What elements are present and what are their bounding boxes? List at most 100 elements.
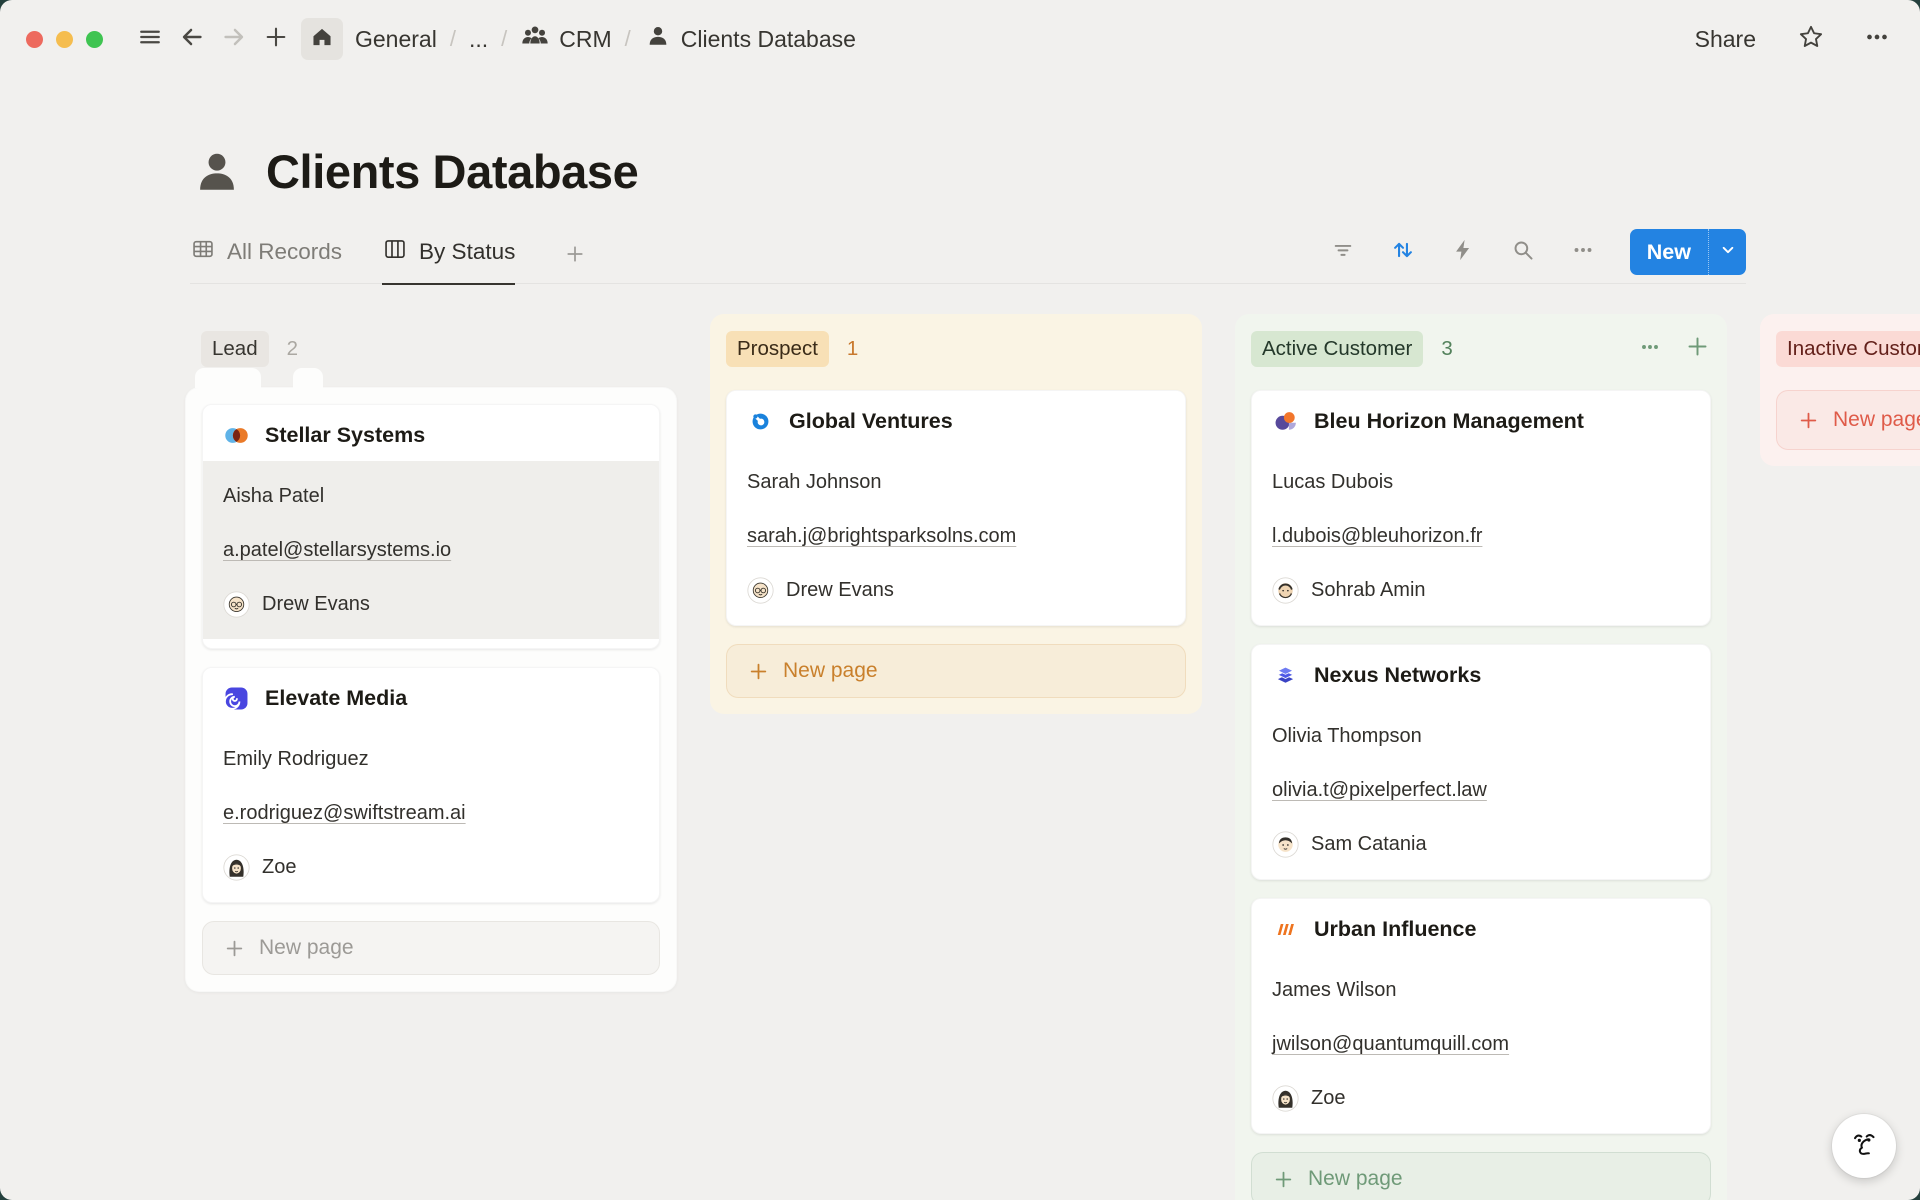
new-page-button[interactable]: New page bbox=[726, 644, 1186, 698]
page-header: Clients Database bbox=[190, 144, 1920, 199]
sidebar-toggle-button[interactable] bbox=[129, 18, 171, 60]
new-record-dropdown[interactable] bbox=[1708, 229, 1746, 275]
record-card[interactable]: Bleu Horizon Management Lucas Dubois l.d… bbox=[1251, 390, 1711, 626]
new-page-button[interactable]: New page bbox=[1251, 1152, 1711, 1200]
card-company-name: Bleu Horizon Management bbox=[1314, 409, 1584, 434]
card-owner: Drew Evans bbox=[223, 591, 639, 618]
card-properties: Sarah Johnson sarah.j@brightsparksolns.c… bbox=[727, 447, 1185, 625]
view-tabs: All Records By Status bbox=[190, 236, 587, 284]
card-email: jwilson@quantumquill.com bbox=[1272, 1031, 1690, 1058]
email-link[interactable]: l.dubois@bleuhorizon.fr bbox=[1272, 525, 1482, 547]
board-column-lead: Lead 2 Stellar Systems Aisha Patel a.pate… bbox=[185, 314, 677, 992]
search-button[interactable] bbox=[1508, 237, 1538, 267]
card-company-name: Global Ventures bbox=[789, 409, 953, 434]
new-page-label: New page bbox=[1833, 408, 1920, 432]
card-properties: Emily Rodriguez e.rodriguez@swiftstream.… bbox=[203, 724, 659, 902]
breadcrumb-general[interactable]: General bbox=[349, 22, 443, 57]
zoe-avatar bbox=[1272, 1085, 1299, 1112]
close-window-button[interactable] bbox=[26, 31, 43, 48]
home-button[interactable] bbox=[301, 18, 343, 60]
column-header: Lead 2 bbox=[201, 330, 661, 368]
card-contact-name: Aisha Patel bbox=[223, 483, 639, 510]
add-view-button[interactable] bbox=[563, 242, 587, 283]
star-icon bbox=[1796, 22, 1826, 57]
breadcrumb-collapsed[interactable]: ... bbox=[463, 22, 494, 57]
email-link[interactable]: olivia.t@pixelperfect.law bbox=[1272, 779, 1487, 801]
hamburger-icon bbox=[136, 23, 164, 56]
person-icon bbox=[644, 22, 672, 56]
sam-catania-avatar bbox=[1272, 831, 1299, 858]
person-icon[interactable] bbox=[190, 145, 244, 199]
share-button[interactable]: Share bbox=[1689, 22, 1762, 57]
card-owner: Zoe bbox=[1272, 1085, 1690, 1112]
breadcrumb-clients-database[interactable]: Clients Database bbox=[638, 18, 862, 60]
plus-icon bbox=[223, 937, 246, 960]
card-owner-name: Sam Catania bbox=[1311, 831, 1427, 858]
card-owner-name: Zoe bbox=[262, 854, 296, 881]
column-cards: Bleu Horizon Management Lucas Dubois l.d… bbox=[1251, 390, 1711, 1200]
view-options-button[interactable] bbox=[1568, 237, 1598, 267]
record-card[interactable]: Elevate Media Emily Rodriguez e.rodrigue… bbox=[202, 667, 660, 903]
zoom-window-button[interactable] bbox=[86, 31, 103, 48]
record-card[interactable]: Stellar Systems Aisha Patel a.patel@stel… bbox=[202, 404, 660, 649]
card-header: Stellar Systems bbox=[203, 405, 659, 461]
tab-all-records[interactable]: All Records bbox=[190, 236, 342, 283]
plus-icon bbox=[1272, 1168, 1295, 1191]
email-link[interactable]: sarah.j@brightsparksolns.com bbox=[747, 525, 1016, 547]
search-icon bbox=[1510, 237, 1536, 268]
board-column-inactive-customer: Inactive Customer New page bbox=[1760, 314, 1920, 466]
new-page-button[interactable]: New page bbox=[1776, 390, 1920, 450]
sort-button[interactable] bbox=[1388, 237, 1418, 267]
email-link[interactable]: a.patel@stellarsystems.io bbox=[223, 539, 451, 561]
new-tab-button[interactable] bbox=[255, 18, 297, 60]
sohrab-amin-avatar bbox=[1272, 577, 1299, 604]
plus-icon bbox=[563, 242, 587, 271]
record-card[interactable]: Urban Influence James Wilson jwilson@qua… bbox=[1251, 898, 1711, 1134]
column-options-button[interactable] bbox=[1638, 335, 1662, 364]
card-owner: Zoe bbox=[223, 854, 639, 881]
card-company-name: Stellar Systems bbox=[265, 423, 425, 448]
plus-icon bbox=[1797, 409, 1820, 432]
favorite-button[interactable] bbox=[1794, 18, 1828, 60]
card-company-name: Elevate Media bbox=[265, 686, 407, 711]
column-card-count: 2 bbox=[287, 337, 298, 361]
ai-assistant-button[interactable] bbox=[1832, 1114, 1896, 1178]
page-options-button[interactable] bbox=[1860, 18, 1894, 60]
breadcrumb: General / ... / CRM bbox=[349, 17, 862, 61]
column-status-pill[interactable]: Active Customer bbox=[1251, 331, 1423, 367]
card-contact-name: James Wilson bbox=[1272, 977, 1690, 1004]
view-toolbar: New bbox=[1328, 229, 1746, 283]
window-controls bbox=[26, 31, 103, 48]
column-status-pill[interactable]: Prospect bbox=[726, 331, 829, 367]
new-record-button[interactable]: New bbox=[1630, 229, 1746, 275]
record-card[interactable]: Global Ventures Sarah Johnson sarah.j@br… bbox=[726, 390, 1186, 626]
new-page-label: New page bbox=[1308, 1167, 1403, 1191]
column-tab-decoration bbox=[195, 368, 261, 388]
column-header-actions bbox=[1638, 333, 1711, 365]
column-status-pill[interactable]: Lead bbox=[201, 331, 269, 367]
tab-by-status[interactable]: By Status bbox=[382, 236, 515, 285]
new-page-button[interactable]: New page bbox=[202, 921, 660, 975]
table-view-icon bbox=[190, 236, 216, 268]
forward-icon bbox=[219, 22, 249, 57]
kanban-board: Lead 2 Stellar Systems Aisha Patel a.pate… bbox=[185, 314, 1920, 1200]
filter-button[interactable] bbox=[1328, 237, 1358, 267]
sort-icon bbox=[1389, 236, 1417, 269]
minimize-window-button[interactable] bbox=[56, 31, 73, 48]
email-link[interactable]: jwilson@quantumquill.com bbox=[1272, 1033, 1509, 1055]
automations-button[interactable] bbox=[1448, 237, 1478, 267]
card-owner: Drew Evans bbox=[747, 577, 1165, 604]
board-view-icon bbox=[382, 236, 408, 268]
forward-button[interactable] bbox=[213, 18, 255, 60]
breadcrumb-separator: / bbox=[625, 26, 631, 52]
card-owner: Sam Catania bbox=[1272, 831, 1690, 858]
elevate-media-logo bbox=[223, 685, 250, 712]
add-card-button[interactable] bbox=[1684, 333, 1711, 365]
card-contact-name: Sarah Johnson bbox=[747, 469, 1165, 496]
record-card[interactable]: Nexus Networks Olivia Thompson olivia.t@… bbox=[1251, 644, 1711, 880]
email-link[interactable]: e.rodriguez@swiftstream.ai bbox=[223, 802, 466, 824]
notion-ai-face-icon bbox=[1846, 1126, 1882, 1167]
breadcrumb-crm[interactable]: CRM bbox=[514, 17, 617, 61]
back-button[interactable] bbox=[171, 18, 213, 60]
column-status-pill[interactable]: Inactive Customer bbox=[1776, 331, 1920, 367]
